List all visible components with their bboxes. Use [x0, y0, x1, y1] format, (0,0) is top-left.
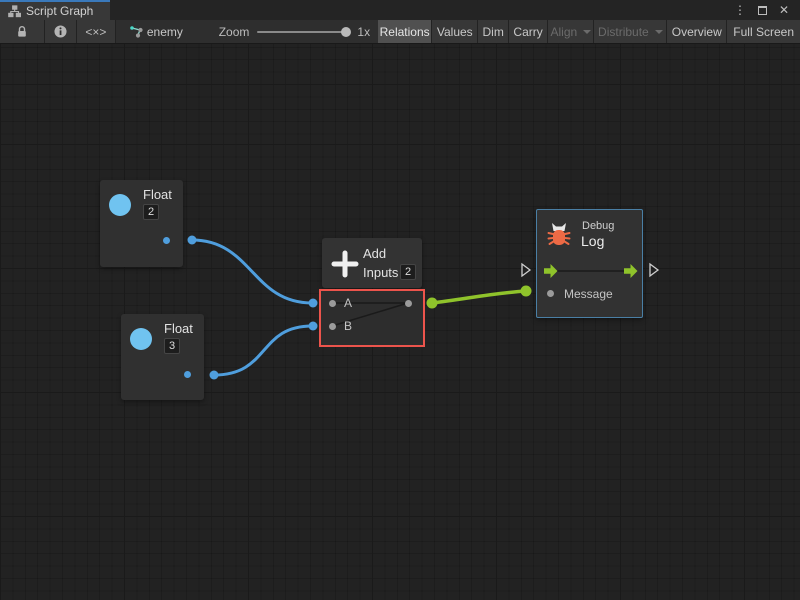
lock-icon — [16, 25, 28, 38]
flow-input-triangle-icon[interactable] — [522, 264, 530, 276]
dim-toggle[interactable]: Dim — [478, 20, 509, 43]
align-dropdown[interactable]: Align — [548, 20, 594, 43]
window-maximize-button[interactable] — [754, 2, 770, 18]
node-title: Float — [143, 187, 172, 202]
graph-canvas[interactable]: Float 2 Float 3 Add Inputs 2 — [0, 44, 800, 600]
plus-icon — [331, 250, 359, 278]
edge-endpoint — [309, 322, 318, 331]
graph-toolbar: <×> enemy Zoom 1x Relations Values Dim C… — [0, 20, 800, 44]
info-icon — [54, 25, 67, 38]
debug-message-port[interactable] — [547, 290, 554, 297]
edge-endpoint — [210, 371, 219, 380]
zoom-value: 1x — [357, 25, 370, 39]
node-add-header[interactable]: Add Inputs 2 — [322, 238, 422, 288]
edge-float3-to-add-b[interactable] — [214, 326, 312, 375]
graph-name-label: enemy — [147, 25, 183, 39]
flow-output-arrow-icon — [624, 264, 638, 278]
add-output-port[interactable] — [405, 300, 412, 307]
edge-add-to-debug-message[interactable] — [432, 291, 526, 303]
carry-label: Carry — [513, 25, 542, 39]
port-a-label: A — [344, 296, 352, 310]
window-controls: ⋮ ✕ — [732, 0, 800, 20]
edge-endpoint — [309, 299, 318, 308]
zoom-slider-handle[interactable] — [341, 27, 351, 37]
zoom-control: Zoom 1x — [211, 20, 378, 43]
chevron-down-icon — [583, 30, 591, 34]
node-title: Add — [363, 246, 386, 261]
dim-label: Dim — [482, 25, 503, 39]
graph-nodes-icon — [130, 26, 143, 38]
add-inputs-count-field[interactable]: 2 — [400, 264, 416, 280]
overview-button[interactable]: Overview — [667, 20, 727, 43]
maximize-icon — [758, 6, 767, 15]
flow-input-arrow-icon — [544, 264, 558, 278]
code-view-button[interactable]: <×> — [77, 20, 116, 43]
zoom-label: Zoom — [219, 25, 250, 39]
port-b-label: B — [344, 319, 352, 333]
kebab-menu-icon: ⋮ — [734, 3, 746, 17]
script-graph-window: Script Graph ⋮ ✕ <×> — [0, 0, 800, 600]
edge-float2-to-add-a[interactable] — [192, 240, 312, 303]
float-type-dot-icon — [130, 328, 152, 350]
add-input-port-a[interactable] — [329, 300, 336, 307]
node-subtitle: Inputs — [363, 265, 398, 280]
float-output-port[interactable] — [184, 371, 191, 378]
fullscreen-label: Full Screen — [733, 25, 794, 39]
carry-toggle[interactable]: Carry — [509, 20, 548, 43]
breadcrumb-graph-enemy[interactable]: enemy — [116, 20, 197, 43]
relations-label: Relations — [380, 25, 430, 39]
flow-output-triangle-icon[interactable] — [650, 264, 658, 276]
relations-toggle[interactable]: Relations — [378, 20, 432, 43]
tab-script-graph[interactable]: Script Graph — [0, 0, 110, 20]
window-menu-button[interactable]: ⋮ — [732, 2, 748, 18]
zoom-slider[interactable] — [257, 31, 349, 33]
distribute-label: Distribute — [598, 25, 649, 39]
node-float-3[interactable]: Float 3 — [121, 314, 204, 400]
code-brackets-icon: <×> — [85, 25, 106, 39]
info-button[interactable] — [45, 20, 76, 43]
align-label: Align — [551, 25, 578, 39]
node-title: Float — [164, 321, 193, 336]
edge-endpoint — [188, 236, 197, 245]
add-input-port-b[interactable] — [329, 323, 336, 330]
chevron-down-icon — [655, 30, 663, 34]
lock-button[interactable] — [0, 20, 45, 43]
overview-label: Overview — [672, 25, 722, 39]
float-output-port[interactable] — [163, 237, 170, 244]
message-port-label: Message — [564, 287, 613, 301]
fullscreen-button[interactable]: Full Screen — [727, 20, 800, 43]
window-close-button[interactable]: ✕ — [776, 2, 792, 18]
graph-hierarchy-icon — [8, 5, 21, 18]
node-debug-log[interactable]: Debug Log Message — [536, 209, 643, 318]
titlebar: Script Graph ⋮ ✕ — [0, 0, 800, 20]
close-icon: ✕ — [779, 3, 789, 17]
node-add-ports[interactable]: A B — [319, 289, 425, 347]
values-toggle[interactable]: Values — [432, 20, 478, 43]
edge-endpoint — [521, 286, 532, 297]
float-value-field[interactable]: 3 — [164, 338, 180, 354]
values-label: Values — [437, 25, 473, 39]
float-value-field[interactable]: 2 — [143, 204, 159, 220]
float-type-dot-icon — [109, 194, 131, 216]
tab-title: Script Graph — [26, 4, 93, 18]
edge-endpoint — [427, 298, 438, 309]
distribute-dropdown[interactable]: Distribute — [594, 20, 667, 43]
node-float-2[interactable]: Float 2 — [100, 180, 183, 267]
